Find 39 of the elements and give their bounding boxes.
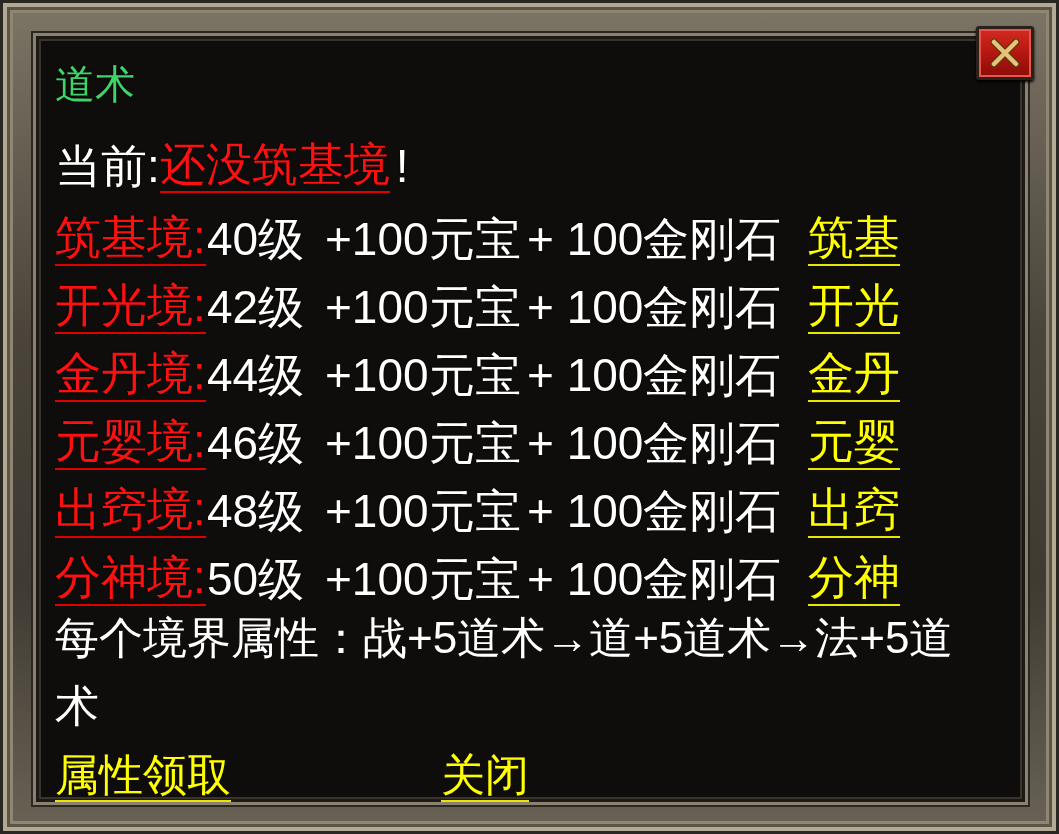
- diamond-stone-cost: + 100金刚石: [527, 348, 782, 402]
- advance-link[interactable]: 元婴: [808, 414, 900, 470]
- realm-name: 出窍境:: [55, 482, 206, 538]
- realm-name: 开光境:: [55, 278, 206, 334]
- diamond-stone-cost: + 100金刚石: [527, 484, 782, 538]
- close-button[interactable]: [976, 26, 1034, 80]
- ingot-cost: +100元宝: [325, 212, 521, 266]
- ingot-cost: +100元宝: [325, 552, 521, 606]
- level-requirement: 48级: [207, 484, 305, 538]
- ingot-cost: +100元宝: [325, 348, 521, 402]
- diamond-stone-cost: + 100金刚石: [527, 212, 782, 266]
- advance-link[interactable]: 金丹: [808, 346, 900, 402]
- level-requirement: 44级: [207, 348, 305, 402]
- realm-name: 金丹境:: [55, 346, 206, 402]
- diamond-stone-cost: + 100金刚石: [527, 552, 782, 606]
- attribute-description: 每个境界属性：战+5道术→道+5道术→法+5道术: [55, 612, 955, 732]
- ingot-cost: +100元宝: [325, 280, 521, 334]
- level-requirement: 40级: [207, 212, 305, 266]
- diamond-stone-cost: + 100金刚石: [527, 280, 782, 334]
- advance-link[interactable]: 分神: [808, 550, 900, 606]
- text-button[interactable]: 关闭: [441, 750, 529, 802]
- current-label: 当前:: [55, 139, 160, 193]
- realm-name: 分神境:: [55, 550, 206, 606]
- text-button[interactable]: 属性领取: [55, 750, 231, 802]
- diamond-stone-cost: + 100金刚石: [527, 416, 782, 470]
- ingot-cost: +100元宝: [325, 484, 521, 538]
- level-requirement: 42级: [207, 280, 305, 334]
- ingot-cost: +100元宝: [325, 416, 521, 470]
- advance-link[interactable]: 出窍: [808, 482, 900, 538]
- realm-name: 筑基境:: [55, 210, 206, 266]
- close-icon: [990, 38, 1020, 68]
- advance-link[interactable]: 开光: [808, 278, 900, 334]
- level-requirement: 46级: [207, 416, 305, 470]
- exclamation-mark: !: [395, 139, 409, 193]
- window-title: 道术: [55, 61, 135, 108]
- advance-link[interactable]: 筑基: [808, 210, 900, 266]
- level-requirement: 50级: [207, 552, 305, 606]
- realm-name: 元婴境:: [55, 414, 206, 470]
- current-realm: 还没筑基境: [159, 137, 390, 193]
